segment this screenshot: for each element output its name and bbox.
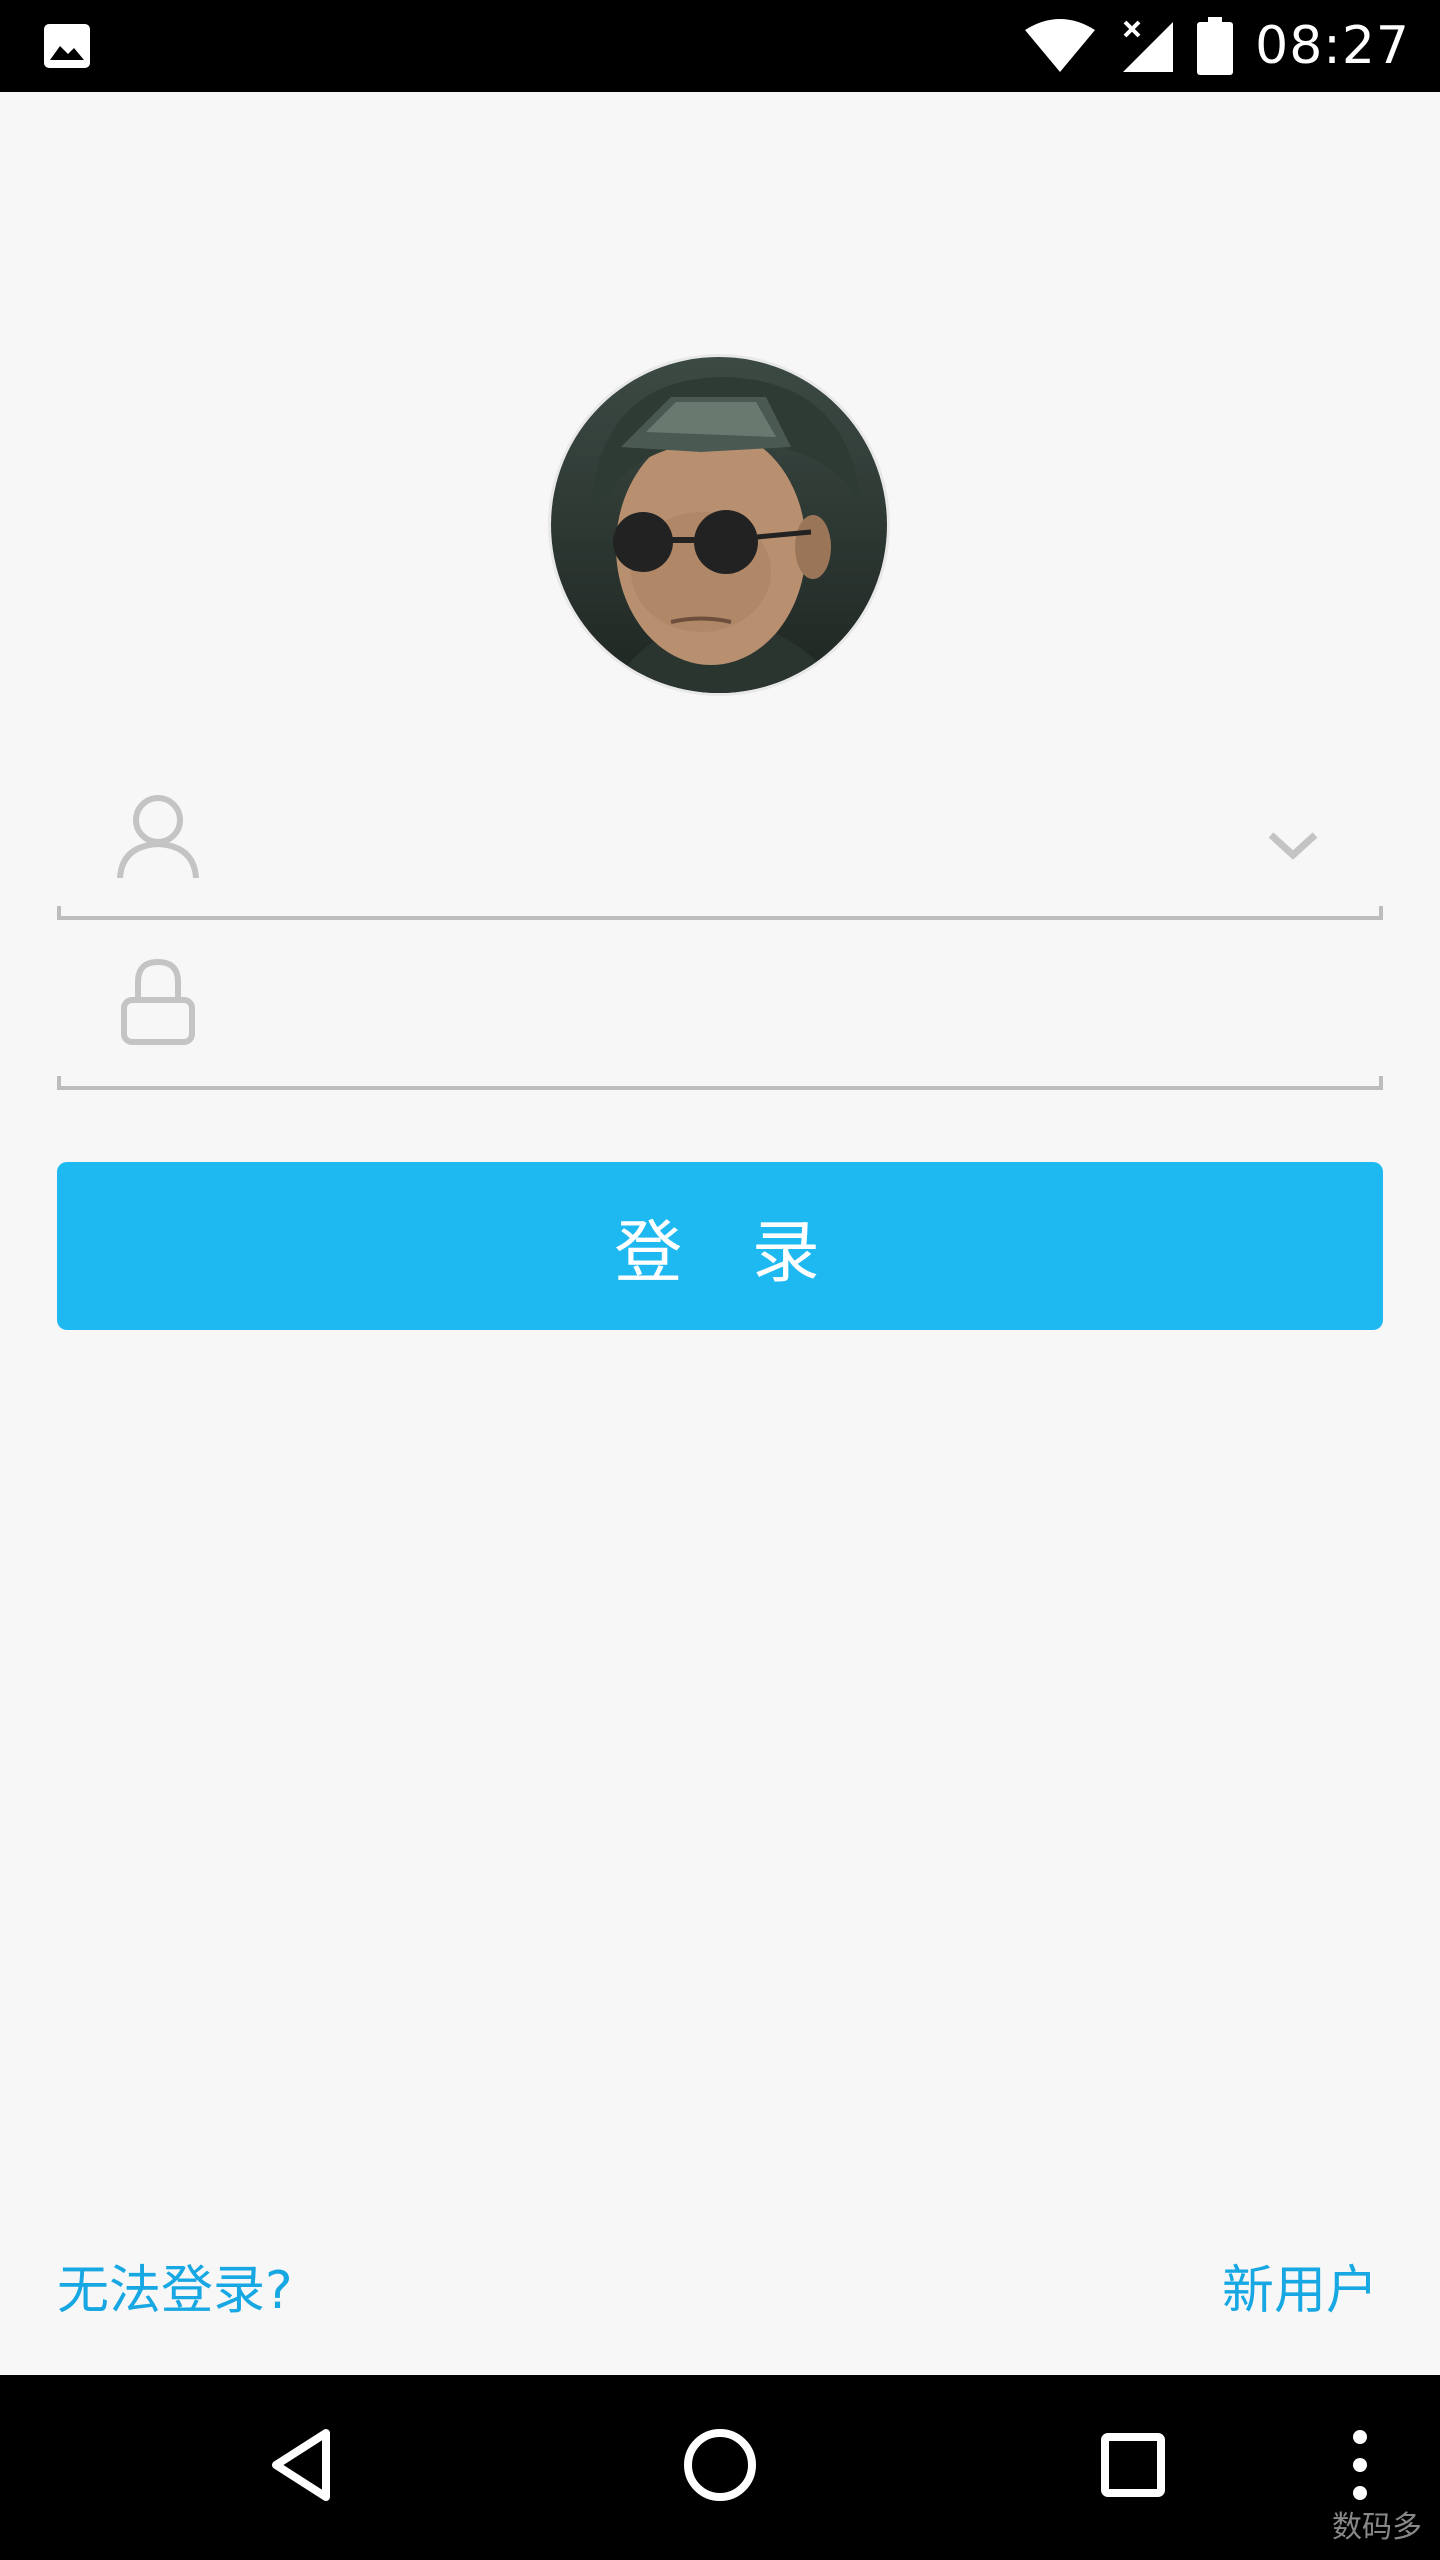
password-field[interactable] [57, 940, 1383, 1090]
wifi-icon [1025, 19, 1096, 72]
chevron-down-icon[interactable] [1263, 825, 1323, 865]
lock-icon [121, 958, 195, 1045]
status-time: 08:27 [1255, 16, 1410, 76]
username-field[interactable] [57, 770, 1383, 920]
status-bar: 08:27 [0, 0, 1440, 92]
status-icons: 08:27 [1023, 0, 1410, 92]
password-input[interactable] [247, 970, 1263, 1052]
new-user-link[interactable]: 新用户 [1222, 2248, 1378, 2323]
avatar[interactable] [551, 357, 887, 693]
battery-icon [1197, 17, 1234, 75]
navigation-bar: 数码多 [0, 2375, 1440, 2560]
image-icon [44, 24, 90, 68]
password-underline [57, 1076, 1383, 1090]
user-icon [117, 795, 199, 879]
login-button[interactable]: 登 录 [57, 1162, 1383, 1330]
overflow-menu-icon[interactable] [1340, 2415, 1380, 2515]
cant-login-link[interactable]: 无法登录? [57, 2248, 293, 2323]
username-underline [57, 906, 1383, 920]
home-icon[interactable] [670, 2415, 770, 2515]
back-icon[interactable] [256, 2415, 356, 2515]
watermark: 数码多 [1332, 2510, 1422, 2545]
username-input[interactable] [247, 800, 1263, 882]
login-screen: 08:27 登 录 无法登录? 新用户 数码多 [0, 0, 1440, 2560]
recents-icon[interactable] [1083, 2415, 1183, 2515]
signal-icon [1123, 20, 1174, 72]
